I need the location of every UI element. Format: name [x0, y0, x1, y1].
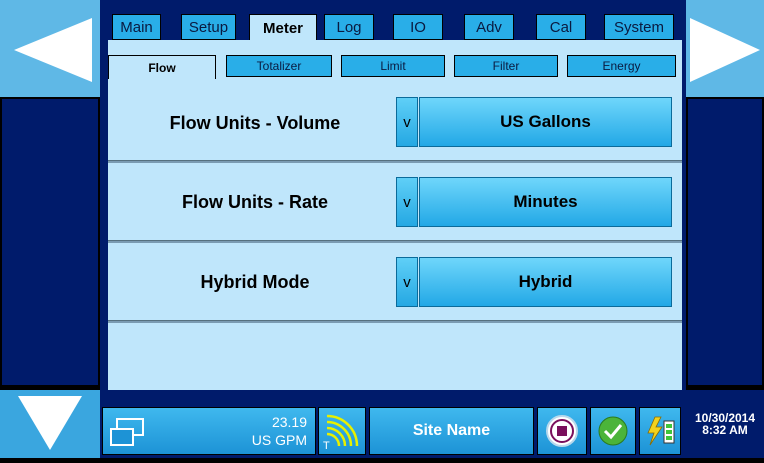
- display-icon: [110, 418, 144, 446]
- left-side-panel: [0, 97, 100, 387]
- time-text: 8:32 AM: [702, 423, 748, 437]
- dropdown-value-flow-rate[interactable]: Minutes: [419, 177, 672, 227]
- dropdown-value-hybrid-mode[interactable]: Hybrid: [419, 257, 672, 307]
- left-arrow-icon: [14, 18, 92, 82]
- dropdown-toggle-hybrid-mode[interactable]: v: [396, 257, 418, 307]
- setting-label-flow-volume: Flow Units - Volume: [169, 113, 341, 133]
- subtab-flow[interactable]: Flow: [108, 55, 216, 79]
- tab-system[interactable]: System: [604, 14, 674, 40]
- flow-unit: US GPM: [251, 432, 307, 448]
- power-icon: [647, 416, 675, 446]
- right-side-panel: [686, 97, 764, 387]
- dropdown-toggle-flow-volume[interactable]: v: [396, 97, 418, 147]
- stop-icon: [546, 415, 578, 447]
- tab-log[interactable]: Log: [324, 14, 374, 40]
- dropdown-toggle-flow-rate[interactable]: v: [396, 177, 418, 227]
- power-button[interactable]: [639, 407, 681, 455]
- row-divider: [108, 240, 682, 243]
- signal-indicator[interactable]: T: [318, 407, 366, 455]
- site-name-button[interactable]: Site Name: [369, 407, 534, 455]
- setting-label-flow-rate: Flow Units - Rate: [181, 192, 328, 212]
- site-name-label: Site Name: [412, 422, 491, 439]
- left-arrow-button[interactable]: [0, 0, 100, 97]
- tab-meter[interactable]: Meter: [249, 14, 317, 42]
- datetime-panel: 10/30/2014 8:32 AM: [686, 390, 764, 458]
- signal-label: T: [323, 440, 330, 452]
- tab-io[interactable]: IO: [393, 14, 443, 40]
- row-divider: [108, 160, 682, 163]
- tab-adv[interactable]: Adv: [464, 14, 514, 40]
- stop-button[interactable]: [537, 407, 587, 455]
- tab-main[interactable]: Main: [112, 14, 161, 40]
- subtab-filter[interactable]: Filter: [454, 55, 558, 77]
- tab-cal[interactable]: Cal: [536, 14, 586, 40]
- right-arrow-button[interactable]: [686, 0, 764, 97]
- tab-setup[interactable]: Setup: [181, 14, 236, 40]
- subtab-limit[interactable]: Limit: [341, 55, 445, 77]
- flow-readout[interactable]: 23.19 US GPM: [102, 407, 316, 455]
- subtab-energy[interactable]: Energy: [567, 55, 676, 77]
- down-arrow-button[interactable]: [0, 390, 100, 458]
- down-arrow-icon: [18, 396, 82, 450]
- subtab-totalizer[interactable]: Totalizer: [226, 55, 332, 77]
- setting-label-hybrid-mode: Hybrid Mode: [200, 272, 310, 292]
- row-divider: [108, 320, 682, 323]
- right-arrow-icon: [690, 18, 760, 82]
- checkmark-icon: [598, 416, 628, 446]
- dropdown-value-flow-volume[interactable]: US Gallons: [419, 97, 672, 147]
- flow-value: 23.19: [271, 414, 307, 430]
- ok-button[interactable]: [590, 407, 636, 455]
